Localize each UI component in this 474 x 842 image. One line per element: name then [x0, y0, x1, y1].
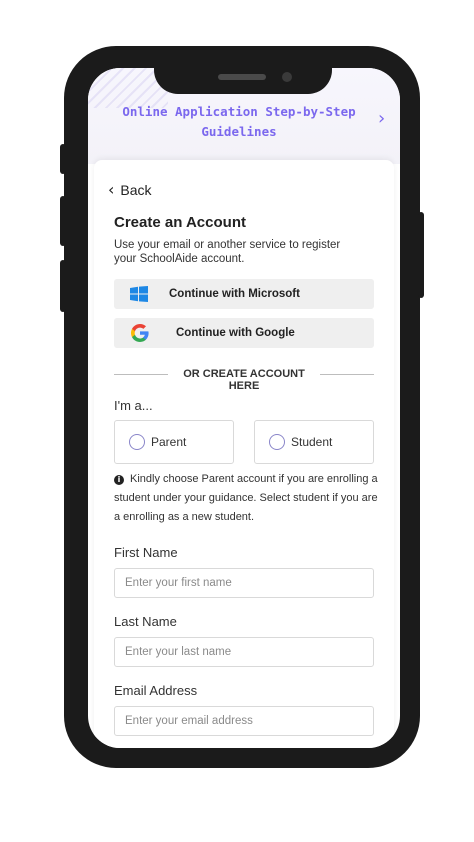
chevron-left-icon: ‹ [108, 180, 115, 199]
volume-down-button [60, 260, 66, 312]
email-label: Email Address [114, 683, 198, 698]
last-name-input[interactable] [114, 637, 374, 667]
chevron-right-icon[interactable]: › [378, 108, 385, 129]
front-camera [282, 72, 292, 82]
phone-screen: Online Application Step-by-Step Guidelin… [88, 68, 400, 748]
info-icon: i [114, 475, 124, 485]
divider-line-right [320, 374, 374, 375]
parent-label: Parent [151, 435, 187, 449]
last-name-label: Last Name [114, 614, 177, 629]
guidelines-title-line2: Guidelines [201, 124, 277, 139]
divider-text: OR CREATE ACCOUNT HERE [183, 368, 305, 392]
role-prompt: I'm a... [114, 398, 153, 413]
divider-line-left [114, 374, 168, 375]
first-name-input[interactable] [114, 568, 374, 598]
email-input[interactable] [114, 706, 374, 736]
page-title: Create an Account [114, 214, 246, 231]
continue-with-google-button[interactable]: Continue with Google [114, 318, 374, 348]
role-info-text: Kindly choose Parent account if you are … [114, 473, 378, 523]
phone-notch [154, 46, 332, 94]
guidelines-title-line1: Online Application Step-by-Step [122, 104, 356, 119]
role-option-student[interactable]: Student [254, 420, 374, 464]
student-label: Student [291, 435, 333, 449]
mute-switch [60, 144, 66, 174]
microsoft-button-label: Continue with Microsoft [169, 288, 300, 300]
speaker-grille [218, 74, 266, 80]
microsoft-icon [130, 286, 148, 302]
google-icon [131, 324, 149, 342]
volume-up-button [60, 196, 66, 246]
role-info-note: i Kindly choose Parent account if you are… [114, 470, 384, 527]
power-button [418, 212, 424, 298]
google-button-label: Continue with Google [176, 327, 295, 339]
guidelines-title[interactable]: Online Application Step-by-Step Guidelin… [108, 102, 370, 142]
parent-radio[interactable] [129, 434, 145, 450]
first-name-label: First Name [114, 545, 178, 560]
back-button[interactable]: ‹ Back [108, 180, 152, 199]
continue-with-microsoft-button[interactable]: Continue with Microsoft [114, 279, 374, 309]
student-radio[interactable] [269, 434, 285, 450]
back-label: Back [120, 182, 152, 198]
role-option-parent[interactable]: Parent [114, 420, 234, 464]
page-subtitle: Use your email or another service to reg… [114, 239, 341, 265]
